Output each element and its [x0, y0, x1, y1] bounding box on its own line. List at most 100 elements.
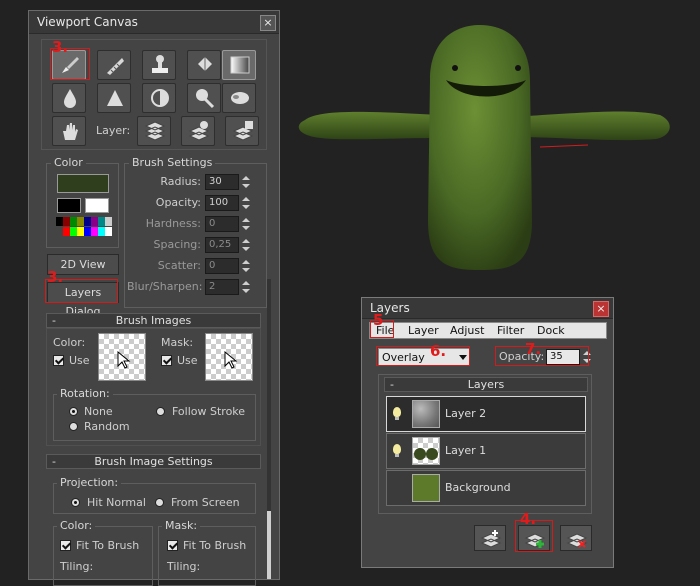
- brush-setting-spinner[interactable]: 30: [205, 174, 253, 190]
- brush-setting-spinner[interactable]: 0: [205, 258, 253, 274]
- hit-normal-radio[interactable]: [71, 498, 80, 507]
- menu-layer[interactable]: Layer: [408, 324, 439, 337]
- close-icon[interactable]: ×: [593, 301, 609, 317]
- hand-icon: [63, 123, 78, 140]
- brush-setting-value[interactable]: 0: [205, 258, 239, 274]
- brush-images-rollout-header[interactable]: - Brush Images: [46, 313, 261, 328]
- layer-thumbnail: [412, 474, 440, 502]
- black-swatch[interactable]: [57, 198, 81, 213]
- contrast-tool[interactable]: [142, 83, 176, 113]
- palette-swatch[interactable]: [63, 217, 70, 226]
- pan-tool[interactable]: [52, 116, 86, 146]
- hand-smudge-tool[interactable]: [222, 83, 256, 113]
- white-swatch[interactable]: [85, 198, 109, 213]
- right-eye: [515, 65, 521, 71]
- fit-to-brush-color-checkbox[interactable]: [60, 540, 71, 551]
- left-eye: [452, 65, 458, 71]
- rotation-none-radio[interactable]: [69, 407, 78, 416]
- menu-adjust[interactable]: Adjust: [450, 324, 484, 337]
- layer-add-button[interactable]: [181, 116, 215, 146]
- palette-swatch[interactable]: [56, 217, 63, 226]
- spinner-arrows-icon[interactable]: [241, 258, 251, 274]
- brush-images-title: Brush Images: [115, 314, 192, 327]
- layers-group-header[interactable]: - Layers: [384, 377, 588, 392]
- palette-swatch[interactable]: [70, 227, 77, 236]
- layer-add-icon: [188, 121, 210, 141]
- layer-row-layer-2[interactable]: Layer 2: [386, 396, 586, 432]
- ruler-tool[interactable]: [97, 50, 131, 80]
- fill-tool[interactable]: [187, 50, 221, 80]
- layer-stack-icon: [144, 121, 166, 141]
- brush-setting-value[interactable]: 0: [205, 216, 239, 232]
- layer-name: Layer 2: [445, 407, 487, 420]
- from-screen-radio[interactable]: [155, 498, 164, 507]
- palette-swatch[interactable]: [84, 217, 91, 226]
- smudge-tool[interactable]: [187, 83, 221, 113]
- rotation-none-label: None: [84, 405, 113, 418]
- palette-swatch[interactable]: [98, 217, 105, 226]
- spinner-arrows-icon[interactable]: [241, 279, 251, 295]
- hit-normal-label: Hit Normal: [87, 496, 146, 509]
- fit-to-brush-mask-label: Fit To Brush: [183, 539, 247, 552]
- brush-setting-spinner[interactable]: 100: [205, 195, 253, 211]
- brush-image-settings-rollout-header[interactable]: - Brush Image Settings: [46, 454, 261, 469]
- palette-swatch[interactable]: [63, 227, 70, 236]
- use-mask-checkbox[interactable]: [161, 355, 172, 366]
- visibility-bulb-icon[interactable]: [393, 407, 401, 420]
- brush-setting-label: Blur/Sharpen:: [127, 280, 203, 293]
- brush-setting-value[interactable]: 100: [205, 195, 239, 211]
- blur-tool[interactable]: [52, 83, 86, 113]
- palette-swatch[interactable]: [105, 227, 112, 236]
- brush-setting-spinner[interactable]: 0,25: [205, 237, 253, 253]
- stamp-tool[interactable]: [142, 50, 176, 80]
- new-layer-icon: [480, 530, 502, 548]
- menu-filter[interactable]: Filter: [497, 324, 524, 337]
- 3d-character-viewport[interactable]: [290, 20, 690, 280]
- close-icon[interactable]: ×: [260, 15, 276, 31]
- sharpen-icon: [107, 90, 123, 106]
- foreground-color-swatch[interactable]: [57, 174, 109, 193]
- use-color-checkbox[interactable]: [53, 355, 64, 366]
- step-label-4: 4.: [520, 510, 537, 528]
- palette-swatch[interactable]: [84, 227, 91, 236]
- spinner-arrows-icon[interactable]: [241, 174, 251, 190]
- brush-setting-value[interactable]: 2: [205, 279, 239, 295]
- layer-stack-button[interactable]: [137, 116, 171, 146]
- brush-setting-value[interactable]: 30: [205, 174, 239, 190]
- step-label-5: 5: [373, 311, 384, 329]
- new-layer-button[interactable]: [474, 525, 506, 551]
- spinner-arrows-icon[interactable]: [241, 216, 251, 232]
- palette-swatch[interactable]: [77, 217, 84, 226]
- palette-swatch[interactable]: [91, 217, 98, 226]
- fit-to-brush-mask-checkbox[interactable]: [167, 540, 178, 551]
- menu-dock[interactable]: Dock: [537, 324, 565, 337]
- color-palette[interactable]: [56, 217, 112, 237]
- spinner-arrows-icon[interactable]: [241, 195, 251, 211]
- spinner-arrows-icon[interactable]: [241, 237, 251, 253]
- mask-fit-group: [158, 526, 256, 586]
- step-label-7: 7.: [525, 340, 542, 358]
- palette-swatch[interactable]: [77, 227, 84, 236]
- palette-swatch[interactable]: [70, 217, 77, 226]
- layer-row-background[interactable]: Background: [386, 470, 586, 506]
- brush-setting-spinner[interactable]: 2: [205, 279, 253, 295]
- delete-layer-button[interactable]: [560, 525, 592, 551]
- rotation-random-radio[interactable]: [69, 422, 78, 431]
- brush-setting-label: Hardness:: [145, 217, 201, 230]
- palette-swatch[interactable]: [98, 227, 105, 236]
- brush-setting-value[interactable]: 0,25: [205, 237, 239, 253]
- brush-setting-spinner[interactable]: 0: [205, 216, 253, 232]
- panel-scrollbar-thumb[interactable]: [267, 511, 271, 579]
- layer-label: Layer:: [96, 124, 131, 137]
- palette-swatch[interactable]: [56, 227, 63, 236]
- use-mask-label: Use: [177, 354, 198, 367]
- gradient-tool[interactable]: [222, 50, 256, 80]
- step-label-3b: 3.: [47, 268, 64, 286]
- visibility-bulb-icon[interactable]: [393, 444, 401, 457]
- rotation-follow-stroke-radio[interactable]: [156, 407, 165, 416]
- sharpen-tool[interactable]: [97, 83, 131, 113]
- layer-row-layer-1[interactable]: Layer 1: [386, 433, 586, 469]
- layer-save-button[interactable]: [225, 116, 259, 146]
- palette-swatch[interactable]: [91, 227, 98, 236]
- palette-swatch[interactable]: [105, 217, 112, 226]
